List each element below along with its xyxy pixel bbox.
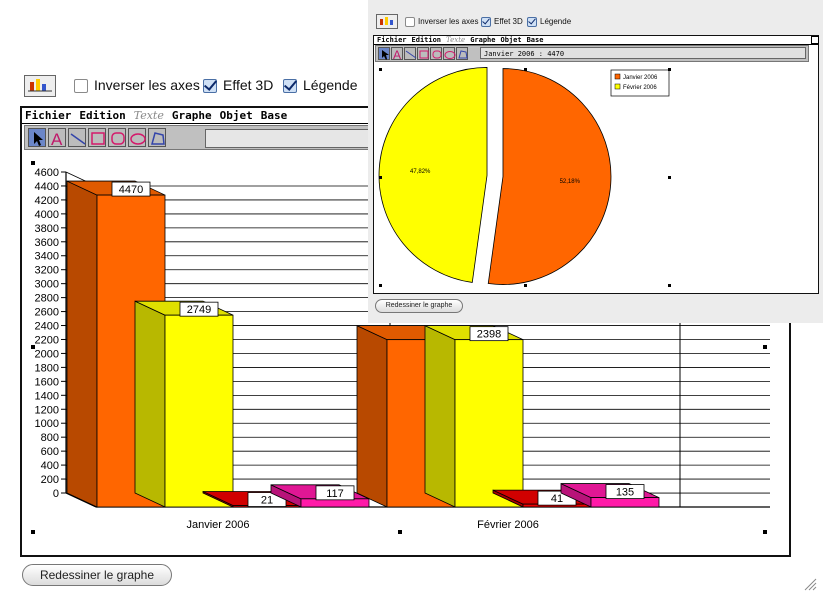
selection-handle (524, 284, 527, 287)
selection-handle (668, 68, 671, 71)
legend-label: Janvier 2006 (623, 75, 658, 81)
selection-handle (524, 68, 527, 71)
pie-chart: 52,18% 47,82% Janvier 2006 Février 2006 (378, 67, 670, 285)
pie-slice-label: 47,82% (410, 169, 431, 175)
pie-slice-label: 52,18% (560, 179, 581, 185)
selection-handle (668, 176, 671, 179)
legend-swatch (614, 83, 621, 90)
popup-redraw-graph-button[interactable]: Redessiner le graphe (375, 299, 463, 313)
legend-swatch (614, 73, 621, 80)
pie-slice (487, 68, 612, 285)
selection-handle (379, 68, 382, 71)
legend-label: Février 2006 (623, 85, 657, 91)
selection-handle (379, 284, 382, 287)
selection-handle (668, 284, 671, 287)
pie-slice (378, 67, 488, 283)
selection-handle (379, 176, 382, 179)
